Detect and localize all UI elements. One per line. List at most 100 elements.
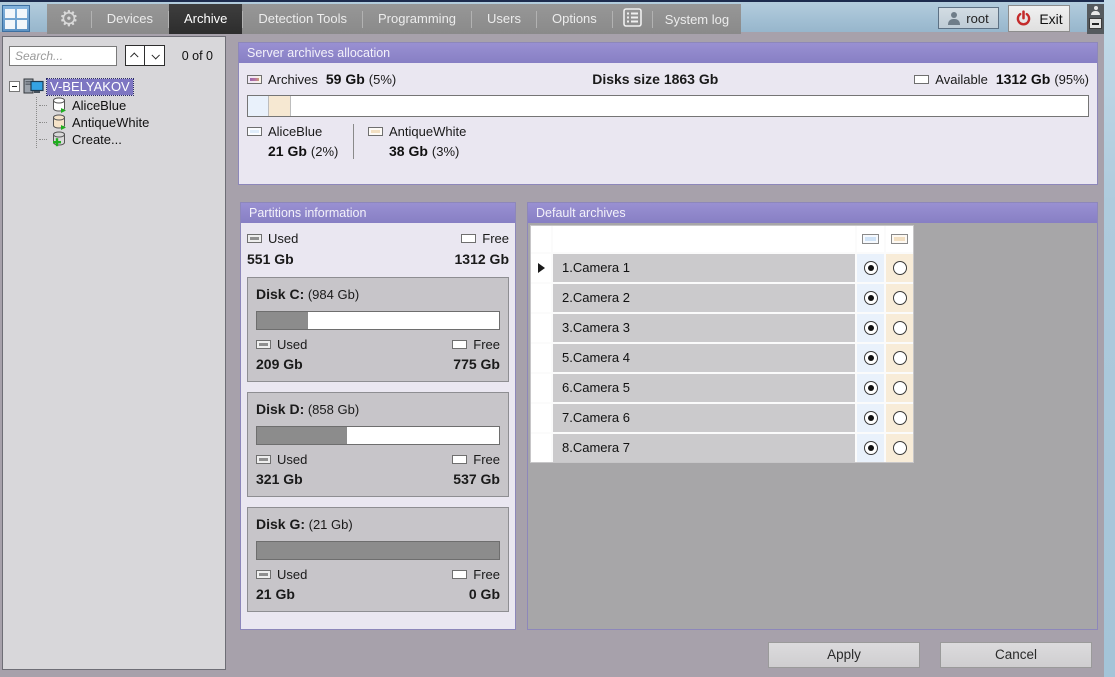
radio-button-selected[interactable] xyxy=(864,261,878,275)
row-selector-cell[interactable] xyxy=(531,284,551,312)
disk-free-value: 0 Gb xyxy=(469,586,500,602)
archive-radio-cell-aliceblue[interactable] xyxy=(857,404,884,432)
radio-button[interactable] xyxy=(893,351,907,365)
legend-percent: (2%) xyxy=(311,144,338,159)
archive-radio-cell-antiquewhite[interactable] xyxy=(886,404,913,432)
disk-size: (858 Gb) xyxy=(304,402,359,417)
archive-radio-cell-antiquewhite[interactable] xyxy=(886,314,913,342)
minimize-icon[interactable] xyxy=(1089,18,1102,29)
search-row: 0 of 0 xyxy=(9,45,219,66)
radio-button-selected[interactable] xyxy=(864,351,878,365)
camera-name-cell[interactable]: 7.Camera 6 xyxy=(553,404,855,432)
radio-button[interactable] xyxy=(893,411,907,425)
camera-name-cell[interactable]: 3.Camera 3 xyxy=(553,314,855,342)
totals-labels-row: Used Free xyxy=(247,231,509,246)
archive-cylinder-icon xyxy=(52,97,67,114)
tab-programming[interactable]: Programming xyxy=(363,4,471,34)
top-navigation-bar: ⚙ DevicesArchiveDetection ToolsProgrammi… xyxy=(0,0,1115,32)
apply-button[interactable]: Apply xyxy=(768,642,920,668)
used-color-swatch xyxy=(256,570,271,579)
tree-item-aliceblue[interactable]: AliceBlue xyxy=(39,97,219,114)
archive-radio-cell-antiquewhite[interactable] xyxy=(886,254,913,282)
system-log-section[interactable]: System log xyxy=(613,4,741,34)
archive-radio-cell-aliceblue[interactable] xyxy=(857,374,884,402)
archive-radio-cell-aliceblue[interactable] xyxy=(857,254,884,282)
camera-name-cell[interactable]: 1.Camera 1 xyxy=(553,254,855,282)
radio-button-selected[interactable] xyxy=(864,441,878,455)
search-prev-button[interactable] xyxy=(125,45,145,66)
used-label: Used xyxy=(277,337,307,352)
camera-name-cell[interactable]: 6.Camera 5 xyxy=(553,374,855,402)
header-archive-column-aliceblue[interactable] xyxy=(857,226,884,252)
archive-radio-cell-antiquewhite[interactable] xyxy=(886,434,913,462)
used-label: Used xyxy=(277,452,307,467)
free-color-swatch xyxy=(461,234,476,243)
radio-button-selected[interactable] xyxy=(864,411,878,425)
desktop-edge-strip xyxy=(1104,0,1115,677)
row-selector-cell[interactable] xyxy=(531,374,551,402)
radio-button[interactable] xyxy=(893,381,907,395)
disk-values-row: 321 Gb537 Gb xyxy=(256,471,500,487)
tab-detection-tools[interactable]: Detection Tools xyxy=(243,4,362,34)
tab-devices[interactable]: Devices xyxy=(92,4,168,34)
total-free-value: 1312 Gb xyxy=(455,251,509,267)
cancel-button[interactable]: Cancel xyxy=(940,642,1092,668)
tree-item-label: AntiqueWhite xyxy=(72,115,149,130)
archive-radio-cell-aliceblue[interactable] xyxy=(857,434,884,462)
row-selector-cell[interactable] xyxy=(531,434,551,462)
tree-item-create[interactable]: Create... xyxy=(39,131,219,148)
system-log-label: System log xyxy=(653,12,741,27)
radio-button-selected[interactable] xyxy=(864,321,878,335)
partitions-panel-title: Partitions information xyxy=(241,203,515,223)
archive-column-swatch-aliceblue xyxy=(862,234,879,244)
user-label: root xyxy=(966,11,988,26)
available-color-swatch xyxy=(914,75,929,84)
radio-button[interactable] xyxy=(893,321,907,335)
tab-archive[interactable]: Archive xyxy=(169,4,242,34)
legend-name: AntiqueWhite xyxy=(389,124,466,139)
tree-root-row[interactable]: V-BELYAKOV xyxy=(9,78,219,95)
row-selector-cell[interactable] xyxy=(531,404,551,432)
archives-value: 59 Gb xyxy=(326,71,365,87)
settings-gear-icon[interactable]: ⚙ xyxy=(47,4,91,34)
search-result-counter: 0 of 0 xyxy=(182,49,213,63)
row-selector-cell[interactable] xyxy=(531,344,551,372)
radio-button[interactable] xyxy=(893,291,907,305)
camera-name-cell[interactable]: 2.Camera 2 xyxy=(553,284,855,312)
archive-radio-cell-aliceblue[interactable] xyxy=(857,314,884,342)
archive-radio-cell-antiquewhite[interactable] xyxy=(886,374,913,402)
tree-item-antiquewhite[interactable]: AntiqueWhite xyxy=(39,114,219,131)
object-tree-sidebar: 0 of 0 V-BELYAKOV AliceBlueAntiqueWhiteC… xyxy=(2,36,226,670)
current-user-badge[interactable]: root xyxy=(938,7,999,29)
bar-segment-aliceblue xyxy=(248,96,269,116)
row-selector-cell[interactable] xyxy=(531,254,551,282)
tab-options[interactable]: Options xyxy=(537,4,612,34)
camera-name-cell[interactable]: 8.Camera 7 xyxy=(553,434,855,462)
tree-root-label[interactable]: V-BELYAKOV xyxy=(47,79,133,95)
archive-radio-cell-aliceblue[interactable] xyxy=(857,344,884,372)
search-next-button[interactable] xyxy=(145,45,165,66)
archive-radio-cell-antiquewhite[interactable] xyxy=(886,284,913,312)
camera-name-cell[interactable]: 5.Camera 4 xyxy=(553,344,855,372)
row-selector-cell[interactable] xyxy=(531,314,551,342)
archive-radio-cell-antiquewhite[interactable] xyxy=(886,344,913,372)
disk-allocation-bar xyxy=(247,95,1089,117)
available-percent: (95%) xyxy=(1054,72,1089,87)
radio-button[interactable] xyxy=(893,441,907,455)
radio-button-selected[interactable] xyxy=(864,291,878,305)
archives-percent: (5%) xyxy=(369,72,396,87)
tab-users[interactable]: Users xyxy=(472,4,536,34)
collapse-icon[interactable] xyxy=(9,81,20,92)
exit-button[interactable]: Exit xyxy=(1008,5,1070,32)
radio-button-selected[interactable] xyxy=(864,381,878,395)
current-row-arrow-icon xyxy=(538,263,545,273)
user-mini-icon[interactable] xyxy=(1091,6,1100,16)
nav-strip: ⚙ DevicesArchiveDetection ToolsProgrammi… xyxy=(47,4,741,34)
header-archive-column-antiquewhite[interactable] xyxy=(886,226,913,252)
radio-button[interactable] xyxy=(893,261,907,275)
app-grid-icon[interactable] xyxy=(2,5,30,32)
search-input[interactable] xyxy=(9,46,117,66)
disk-usage-bar xyxy=(256,541,500,560)
disk-title: Disk D: (858 Gb) xyxy=(256,401,500,417)
archive-radio-cell-aliceblue[interactable] xyxy=(857,284,884,312)
